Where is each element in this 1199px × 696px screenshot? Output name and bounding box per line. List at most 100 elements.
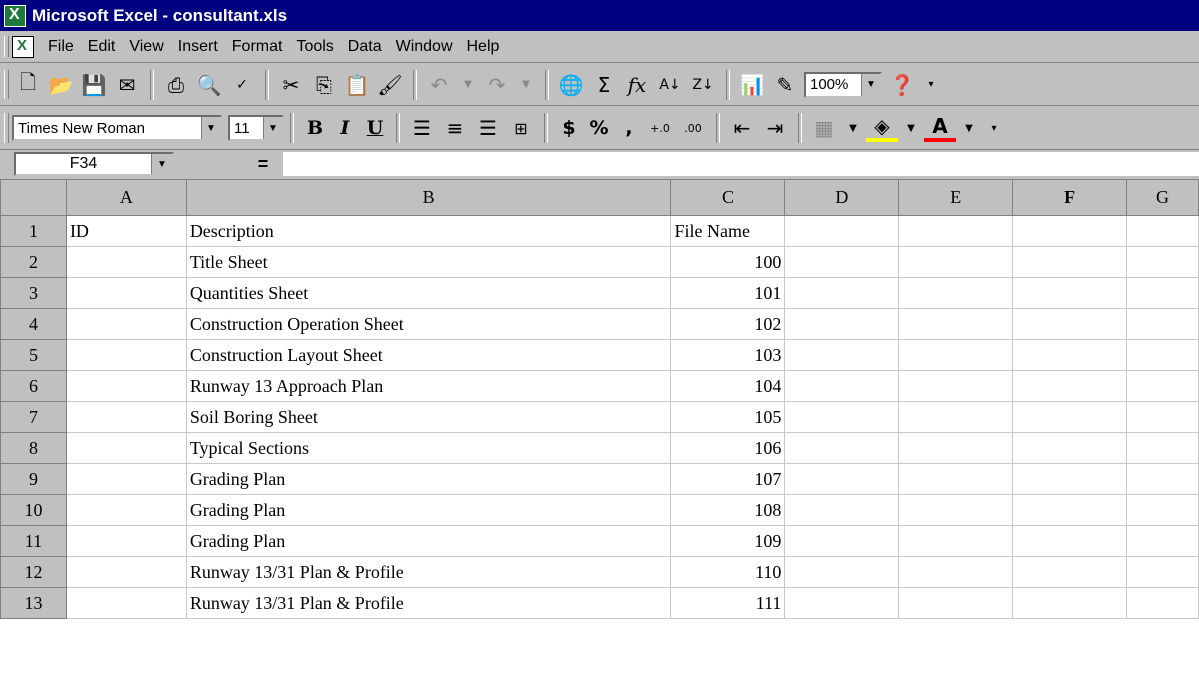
- cell-f[interactable]: [1012, 463, 1128, 495]
- autosum-icon[interactable]: Σ: [588, 69, 620, 101]
- cell-a[interactable]: [65, 308, 187, 340]
- cell-g[interactable]: [1126, 401, 1199, 433]
- font-select[interactable]: Times New Roman ▼: [12, 115, 222, 141]
- spelling-icon[interactable]: ✓: [226, 69, 258, 101]
- row-header[interactable]: 8: [0, 432, 67, 464]
- sort-descending-icon[interactable]: Z↓: [687, 69, 719, 101]
- cell-e[interactable]: [898, 401, 1014, 433]
- cell-g[interactable]: [1126, 432, 1199, 464]
- cell-e[interactable]: [898, 277, 1014, 309]
- cell-a[interactable]: ID: [65, 215, 187, 247]
- email-icon[interactable]: ✉: [111, 69, 143, 101]
- cell-f[interactable]: [1012, 401, 1128, 433]
- cell-d[interactable]: [784, 246, 900, 278]
- cell-d[interactable]: [784, 370, 900, 402]
- cell-d[interactable]: [784, 215, 900, 247]
- cell-b[interactable]: Soil Boring Sheet: [185, 401, 672, 433]
- menu-file[interactable]: File: [48, 38, 74, 56]
- comma-button[interactable]: ,: [614, 112, 644, 144]
- cell-f[interactable]: [1012, 587, 1128, 619]
- formula-input[interactable]: [283, 152, 1199, 176]
- column-header-a[interactable]: A: [65, 179, 187, 216]
- menu-insert[interactable]: Insert: [178, 38, 218, 56]
- cell-a[interactable]: [65, 277, 187, 309]
- increase-decimal-icon[interactable]: +.0: [644, 112, 676, 144]
- cell-g[interactable]: [1126, 215, 1199, 247]
- merge-center-icon[interactable]: ⊞: [505, 112, 537, 144]
- cell-b[interactable]: Construction Operation Sheet: [185, 308, 672, 340]
- chevron-down-icon[interactable]: ▼: [201, 117, 220, 139]
- menu-format[interactable]: Format: [232, 38, 283, 56]
- copy-icon[interactable]: ⎘: [308, 69, 340, 101]
- cell-a[interactable]: [65, 432, 187, 464]
- cell-a[interactable]: [65, 401, 187, 433]
- cell-d[interactable]: [784, 463, 900, 495]
- cell-f[interactable]: [1012, 556, 1128, 588]
- cell-d[interactable]: [784, 401, 900, 433]
- menu-window[interactable]: Window: [396, 38, 453, 56]
- font-color-icon[interactable]: A: [924, 114, 956, 142]
- cell-c[interactable]: 100: [670, 246, 786, 278]
- borders-dropdown-icon[interactable]: ▼: [841, 112, 865, 144]
- font-color-dropdown-icon[interactable]: ▼: [957, 112, 981, 144]
- cell-e[interactable]: [898, 215, 1014, 247]
- align-left-icon[interactable]: ☰: [406, 112, 438, 144]
- cell-a[interactable]: [65, 339, 187, 371]
- cell-f[interactable]: [1012, 246, 1128, 278]
- cell-c[interactable]: 104: [670, 370, 786, 402]
- undo-icon[interactable]: ↶: [423, 69, 455, 101]
- column-header-e[interactable]: E: [898, 179, 1014, 216]
- row-header[interactable]: 4: [0, 308, 67, 340]
- menu-help[interactable]: Help: [467, 38, 500, 56]
- underline-button[interactable]: U: [360, 112, 390, 144]
- cell-g[interactable]: [1126, 339, 1199, 371]
- cell-g[interactable]: [1126, 556, 1199, 588]
- cell-b[interactable]: Typical Sections: [185, 432, 672, 464]
- function-icon[interactable]: fx: [621, 69, 653, 101]
- row-header[interactable]: 13: [0, 587, 67, 619]
- cell-c[interactable]: 106: [670, 432, 786, 464]
- cell-g[interactable]: [1126, 277, 1199, 309]
- cell-g[interactable]: [1126, 308, 1199, 340]
- sort-ascending-icon[interactable]: A↓: [654, 69, 686, 101]
- toolbar-grip[interactable]: [4, 70, 9, 99]
- document-icon[interactable]: [12, 35, 34, 58]
- cell-b[interactable]: Runway 13 Approach Plan: [185, 370, 672, 402]
- help-icon[interactable]: ❓: [886, 69, 918, 101]
- cell-g[interactable]: [1126, 587, 1199, 619]
- cell-b[interactable]: Runway 13/31 Plan & Profile: [185, 587, 672, 619]
- cell-b[interactable]: Construction Layout Sheet: [185, 339, 672, 371]
- cell-b[interactable]: Runway 13/31 Plan & Profile: [185, 556, 672, 588]
- align-right-icon[interactable]: ☰: [472, 112, 504, 144]
- new-icon[interactable]: 🗋: [12, 69, 44, 101]
- cell-a[interactable]: [65, 370, 187, 402]
- cell-d[interactable]: [784, 277, 900, 309]
- row-header[interactable]: 12: [0, 556, 67, 588]
- chart-wizard-icon[interactable]: 📊: [736, 69, 768, 101]
- name-box[interactable]: F34 ▼: [14, 152, 174, 176]
- row-header[interactable]: 2: [0, 246, 67, 278]
- menu-view[interactable]: View: [129, 38, 163, 56]
- paste-icon[interactable]: 📋: [341, 69, 373, 101]
- cell-a[interactable]: [65, 494, 187, 526]
- print-icon[interactable]: ⎙: [160, 69, 192, 101]
- cell-e[interactable]: [898, 525, 1014, 557]
- column-header-f[interactable]: F: [1012, 179, 1128, 216]
- cell-g[interactable]: [1126, 525, 1199, 557]
- drawing-icon[interactable]: ✎: [769, 69, 801, 101]
- bold-button[interactable]: B: [300, 112, 330, 144]
- cell-e[interactable]: [898, 556, 1014, 588]
- cell-g[interactable]: [1126, 463, 1199, 495]
- print-preview-icon[interactable]: 🔍: [193, 69, 225, 101]
- column-header-b[interactable]: B: [185, 179, 672, 216]
- cell-b[interactable]: Title Sheet: [185, 246, 672, 278]
- toolbar-grip[interactable]: [4, 113, 9, 143]
- cell-g[interactable]: [1126, 494, 1199, 526]
- hyperlink-icon[interactable]: 🌐: [555, 69, 587, 101]
- cell-c[interactable]: File Name: [670, 215, 786, 247]
- cell-d[interactable]: [784, 339, 900, 371]
- cell-f[interactable]: [1012, 370, 1128, 402]
- cell-d[interactable]: [784, 556, 900, 588]
- cell-c[interactable]: 102: [670, 308, 786, 340]
- edit-formula-button[interactable]: =: [248, 152, 278, 176]
